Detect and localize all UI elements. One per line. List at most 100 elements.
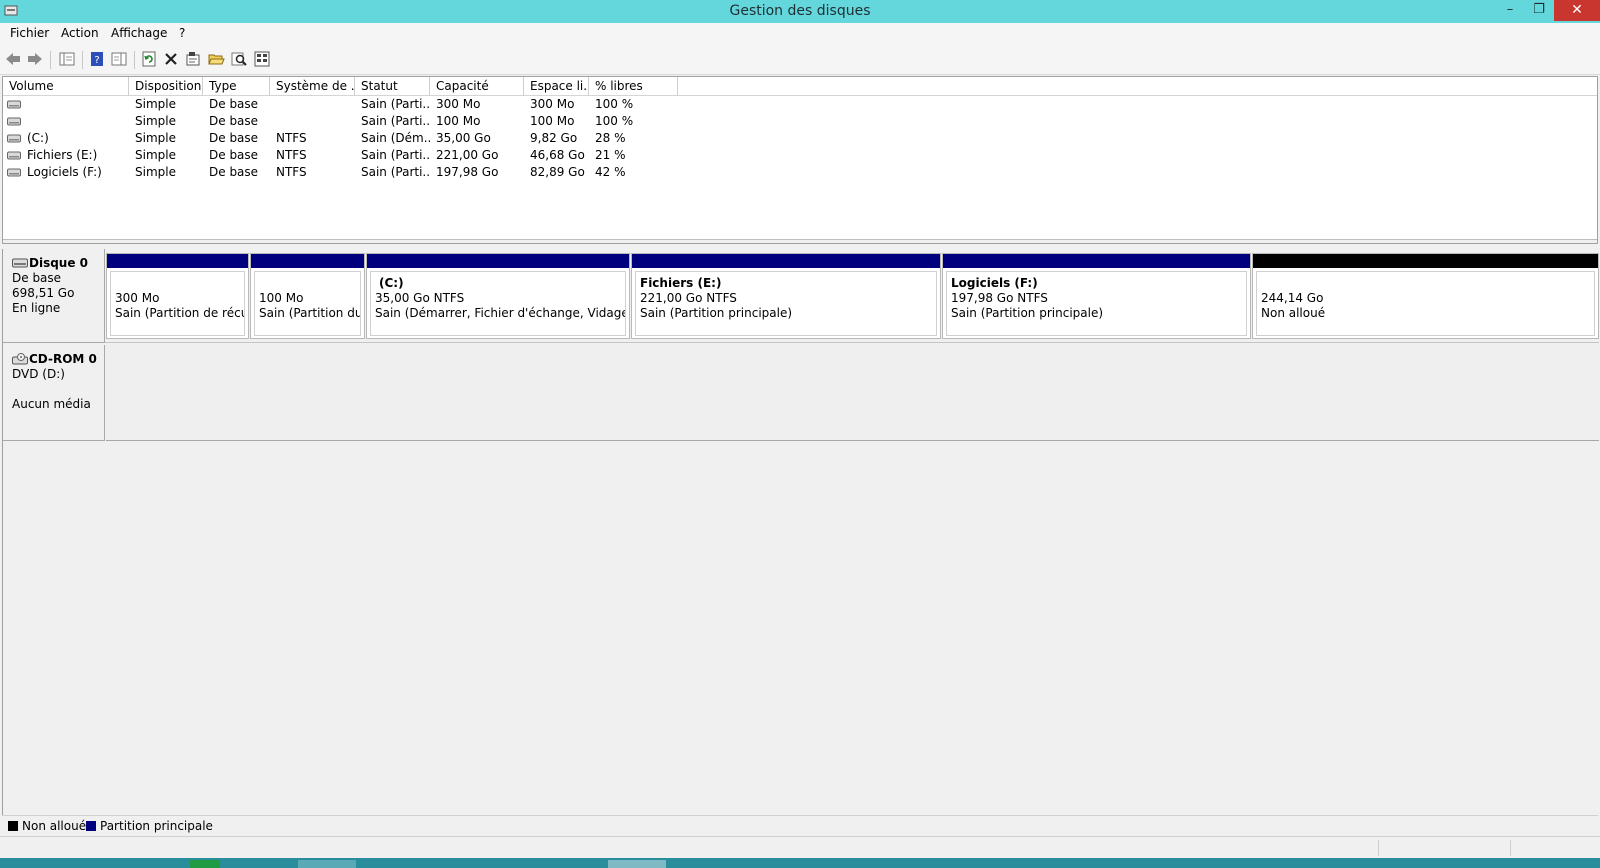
column-header-percent-free[interactable]: % libres [589,77,678,96]
column-header-status[interactable]: Statut [355,77,430,96]
volume-row[interactable]: (C:) Simple De base NTFS Sain (Dém... 35… [3,130,1597,147]
disk-graphical-view: Disque 0 De base 698,51 Go En ligne 300 … [2,249,1599,815]
legend: Non alloué Partition principale [2,815,1598,835]
cell-capacity: 197,98 Go [436,165,499,179]
volume-row[interactable]: Simple De base Sain (Parti... 100 Mo 100… [3,113,1597,130]
volume-drive-icon [7,168,21,177]
volume-list[interactable]: Volume Disposition Type Système de ... S… [2,76,1598,244]
cell-capacity: 221,00 Go [436,148,499,162]
partition-name: Fichiers (E:) [640,276,722,290]
volume-row[interactable]: Fichiers (E:) Simple De base NTFS Sain (… [3,147,1597,164]
cell-type: De base [209,131,259,145]
disk-0-state: En ligne [12,301,61,315]
cell-free-space: 82,89 Go [530,165,585,179]
cell-percent-free: 100 % [595,97,634,111]
close-button[interactable]: ✕ [1554,0,1600,21]
volume-drive-icon [7,134,21,143]
column-header-type[interactable]: Type [203,77,270,96]
cdrom-0-media-area[interactable] [106,345,1599,441]
menu-item-help[interactable]: ? [179,26,185,40]
partition-size: 300 Mo [115,291,160,305]
cell-percent-free: 28 % [595,131,626,145]
partition-header-bar [1253,254,1598,268]
disk-0-name: Disque 0 [29,256,89,270]
open-folder-icon[interactable] [207,50,225,68]
hard-disk-icon [12,258,28,268]
partition-header-bar [251,254,364,268]
cdrom-0-label[interactable]: CD-ROM 0 DVD (D:) Aucun média [3,345,105,441]
column-header-free-space[interactable]: Espace li... [524,77,589,96]
partition-header-bar [367,254,629,268]
partition-description: Sain (Partition de récupération) [115,306,244,320]
toolbar-separator [50,51,51,69]
partition-description: Sain (Partition principale) [640,306,793,320]
cell-type: De base [209,114,259,128]
cell-capacity: 300 Mo [436,97,481,111]
column-header-capacity[interactable]: Capacité [430,77,524,96]
search-icon[interactable] [230,50,248,68]
volume-row[interactable]: Simple De base Sain (Parti... 300 Mo 300… [3,96,1597,113]
cell-status: Sain (Parti... [361,97,430,111]
partition-c[interactable]: (C:) 35,00 Go NTFS Sain (Démarrer, Fichi… [366,253,630,339]
back-arrow-icon[interactable] [4,50,22,68]
taskbar-app-button[interactable] [608,860,666,868]
menu-item-fichier[interactable]: Fichier [10,26,49,40]
delete-icon[interactable] [162,50,180,68]
disk-0-label[interactable]: Disque 0 De base 698,51 Go En ligne [3,249,105,343]
legend-swatch-primary-partition [86,821,96,831]
legend-label-primary-partition: Partition principale [100,819,213,833]
disk-0-size: 698,51 Go [12,286,75,300]
maximize-button[interactable]: ❐ [1525,0,1553,21]
partition-description: Sain (Démarrer, Fichier d'échange, Vidag… [375,306,626,320]
cell-status: Sain (Parti... [361,148,430,162]
forward-arrow-icon[interactable] [26,50,44,68]
cell-file-system: NTFS [276,148,307,162]
volume-row[interactable]: Logiciels (F:) Simple De base NTFS Sain … [3,164,1597,181]
partition-header-bar [943,254,1250,268]
partition-fichiers-e[interactable]: Fichiers (E:) 221,00 Go NTFS Sain (Parti… [631,253,941,339]
partition-logiciels-f[interactable]: Logiciels (F:) 197,98 Go NTFS Sain (Part… [942,253,1251,339]
cell-percent-free: 100 % [595,114,634,128]
partition-description: Sain (Partition principale) [951,306,1104,320]
partition-recovery[interactable]: 300 Mo Sain (Partition de récupération) [106,253,249,339]
menu-item-action[interactable]: Action [61,26,99,40]
taskbar-app-button[interactable] [298,860,356,868]
taskbar-app-button[interactable] [190,860,220,868]
minimize-button[interactable]: – [1496,0,1524,21]
cdrom-icon [12,353,28,365]
column-header-disposition[interactable]: Disposition [129,77,203,96]
console-tree-icon[interactable] [58,50,76,68]
properties-icon[interactable] [184,50,202,68]
partition-name: Logiciels (F:) [951,276,1038,290]
export-list-icon[interactable] [253,50,271,68]
help-icon[interactable]: ? [88,50,106,68]
partition-description: Non alloué [1261,306,1326,320]
cell-status: Sain (Parti... [361,165,430,179]
partition-unallocated[interactable]: 244,14 Go Non alloué [1252,253,1599,339]
cell-percent-free: 21 % [595,148,626,162]
partition-name: (C:) [379,276,404,290]
partition-efi-system[interactable]: 100 Mo Sain (Partition du système EFI) [250,253,365,339]
cell-file-system [270,113,355,130]
partition-body: 300 Mo Sain (Partition de récupération) [110,271,245,336]
volume-drive-icon [7,100,21,109]
status-bar-divider [1378,840,1379,856]
refresh-icon[interactable] [140,50,158,68]
partition-size: 244,14 Go [1261,291,1324,305]
cell-percent-free: 42 % [595,165,626,179]
column-header-volume[interactable]: Volume [3,77,129,96]
cell-volume: Logiciels (F:) [27,165,102,179]
cell-volume [21,96,129,113]
cell-file-system: NTFS [276,165,307,179]
partition-body: 100 Mo Sain (Partition du système EFI) [254,271,361,336]
taskbar [0,858,1600,868]
properties-pane-icon[interactable] [110,50,128,68]
column-header-file-system[interactable]: Système de ... [270,77,355,96]
row-divider [105,342,1599,343]
cell-file-system [270,96,355,113]
cell-disposition: Simple [135,97,176,111]
cell-disposition: Simple [135,148,176,162]
pane-splitter[interactable] [3,239,1597,243]
menu-item-affichage[interactable]: Affichage [111,26,167,40]
cell-volume: (C:) [27,131,49,145]
